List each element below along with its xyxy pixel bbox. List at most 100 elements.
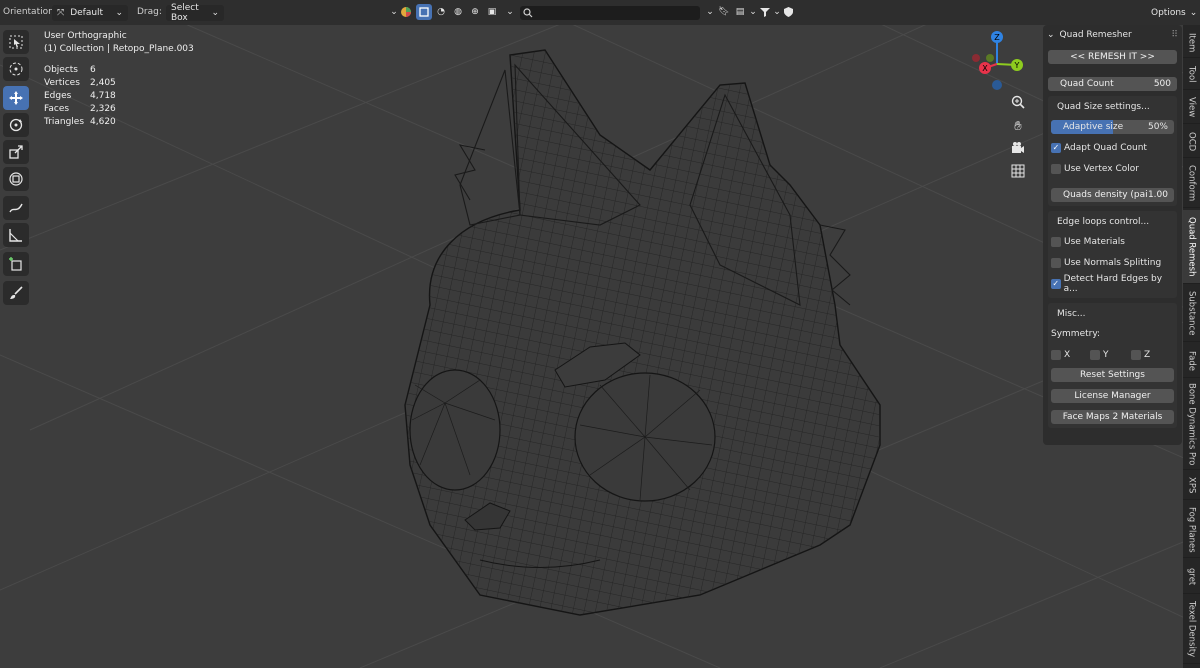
quad-remesher-panel: ⌄ Quad Remesher ⠿ << REMESH IT >> Quad C…: [1043, 25, 1182, 445]
select-box-tool[interactable]: [3, 30, 29, 54]
cursor-tool[interactable]: [3, 57, 29, 81]
edge-loops-header[interactable]: Edge loops control...: [1051, 213, 1174, 231]
zoom-icon[interactable]: [1009, 93, 1027, 111]
viewport-info: User Orthographic (1) Collection | Retop…: [44, 30, 194, 56]
sidebar-tabs: Item Tool View OCD Conform Quad Remesh S…: [1183, 25, 1200, 668]
cursor-icon: [9, 62, 23, 76]
gizmo-x-label: X: [982, 64, 988, 73]
drag-dropdown[interactable]: Select Box ⌄: [166, 3, 224, 23]
view-name: User Orthographic: [44, 31, 127, 41]
annotate-icon: [9, 203, 23, 213]
3d-viewport[interactable]: User Orthographic (1) Collection | Retop…: [0, 25, 1200, 668]
reset-settings-button[interactable]: Reset Settings: [1051, 368, 1174, 382]
checkbox-box: [1131, 349, 1141, 360]
chevron-down-icon: ⌄: [1189, 8, 1198, 18]
orientation-icon: ⤧: [57, 8, 65, 18]
gizmo-z-label: Z: [994, 33, 1000, 42]
add-cube-tool[interactable]: [3, 252, 29, 276]
add-cube-icon: [9, 257, 22, 271]
mesh-wireframe: [404, 49, 881, 616]
scene-statistics: Objects 6 Vertices 2,405 Edges 4,718 Faces 2…: [44, 64, 116, 129]
drag-handle-icon[interactable]: ⠿: [1171, 30, 1178, 40]
tab-texel-density[interactable]: Texel Density: [1183, 596, 1200, 664]
collection-name: (1) Collection | Retopo_Plane.003: [44, 44, 194, 54]
misc-header[interactable]: Misc...: [1051, 305, 1174, 323]
tab-bone-dynamics-pro[interactable]: Bone Dynamics Pro: [1183, 380, 1200, 470]
bookmark-icon[interactable]: 🔖︎: [716, 4, 732, 20]
tab-view[interactable]: View: [1183, 92, 1200, 124]
check-icon: ✓: [1051, 278, 1061, 289]
symmetry-label: Symmetry:: [1051, 328, 1101, 339]
clock-icon[interactable]: ◔: [433, 4, 449, 20]
search-input[interactable]: [520, 6, 700, 20]
transform-tool[interactable]: [3, 167, 29, 191]
checkbox-box: [1051, 257, 1061, 268]
tab-fade[interactable]: Fade: [1183, 344, 1200, 378]
snap-icon[interactable]: ⊕: [467, 4, 483, 20]
detect-hard-edges-checkbox[interactable]: ✓ Detect Hard Edges by a...: [1051, 273, 1174, 294]
scale-icon: [9, 145, 23, 159]
tool-shelf: [3, 30, 29, 308]
rotate-tool[interactable]: [3, 113, 29, 137]
symmetry-x-checkbox[interactable]: X: [1051, 349, 1090, 360]
adaptive-size-slider[interactable]: Adaptive size 50%: [1051, 120, 1174, 134]
drag-label: Drag:: [137, 7, 162, 17]
search-icon: [523, 8, 533, 18]
face-maps-button[interactable]: Face Maps 2 Materials: [1051, 410, 1174, 424]
symmetry-z-checkbox[interactable]: Z: [1131, 349, 1150, 360]
use-vertex-color-checkbox[interactable]: Use Vertex Color: [1051, 158, 1174, 179]
tab-gret[interactable]: gret: [1183, 560, 1200, 594]
tab-substance[interactable]: Substance: [1183, 286, 1200, 342]
select-mode-icon[interactable]: [416, 4, 432, 20]
measure-tool[interactable]: [3, 223, 29, 247]
tab-ocd[interactable]: OCD: [1183, 126, 1200, 158]
viewport-header: Orientation: ⤧ Default ⌄ Drag: Select Bo…: [0, 0, 1200, 25]
transform-icon: [9, 172, 23, 186]
quads-density-field[interactable]: Quads density (pai 1.00: [1051, 188, 1174, 202]
tab-conform[interactable]: Conform: [1183, 160, 1200, 208]
remesh-button[interactable]: << REMESH IT >>: [1048, 50, 1177, 64]
stat-row: Objects 6: [44, 65, 96, 75]
quad-size-header[interactable]: Quad Size settings...: [1051, 98, 1174, 116]
orientation-dropdown[interactable]: ⤧ Default ⌄: [52, 5, 128, 21]
quad-count-field[interactable]: Quad Count 500: [1048, 77, 1177, 91]
adapt-quad-count-checkbox[interactable]: ✓ Adapt Quad Count: [1051, 137, 1174, 158]
use-materials-checkbox[interactable]: Use Materials: [1051, 231, 1174, 252]
shield-icon[interactable]: [780, 4, 796, 20]
misc-section: Misc... Symmetry: X Y Z Reset Settings L…: [1048, 303, 1177, 428]
tab-xps[interactable]: XPS: [1183, 472, 1200, 500]
gizmo-y-label: Y: [1014, 61, 1020, 70]
chevron-down-icon: ⌄: [1047, 30, 1055, 40]
chevron-down-icon[interactable]: ⌄: [502, 4, 518, 20]
navigation-gizmo[interactable]: Z X Y: [962, 28, 1032, 100]
shading-sphere-icon[interactable]: [398, 4, 414, 20]
paint-tool[interactable]: [3, 281, 29, 305]
move-tool[interactable]: [3, 86, 29, 110]
scale-tool[interactable]: [3, 140, 29, 164]
symmetry-row: X Y Z: [1051, 344, 1174, 365]
use-normals-splitting-checkbox[interactable]: Use Normals Splitting: [1051, 252, 1174, 273]
tab-tool[interactable]: Tool: [1183, 60, 1200, 90]
globe-icon[interactable]: ◍: [450, 4, 466, 20]
tab-quad-remesh[interactable]: Quad Remesh: [1183, 210, 1200, 284]
stat-row: Vertices 2,405: [44, 78, 116, 88]
pan-hand-icon[interactable]: ✋︎: [1009, 117, 1027, 135]
stat-row: Edges 4,718: [44, 91, 116, 101]
annotate-tool[interactable]: [3, 196, 29, 220]
checkbox-box: [1051, 349, 1061, 360]
eye-left: [409, 369, 501, 491]
image-icon[interactable]: ▣: [484, 4, 500, 20]
checkbox-box: [1051, 163, 1061, 174]
tab-item[interactable]: Item: [1183, 28, 1200, 58]
tab-fog-planes[interactable]: Fog Planes: [1183, 502, 1200, 558]
grid-icon[interactable]: [1009, 162, 1027, 180]
camera-icon[interactable]: [1009, 139, 1027, 157]
stat-row: Faces 2,326: [44, 104, 116, 114]
panel-header[interactable]: ⌄ Quad Remesher ⠿: [1043, 25, 1182, 43]
license-manager-button[interactable]: License Manager: [1051, 389, 1174, 403]
orientation-label: Orientation:: [3, 7, 57, 17]
symmetry-y-checkbox[interactable]: Y: [1090, 349, 1131, 360]
edge-loops-section: Edge loops control... Use Materials Use …: [1048, 211, 1177, 298]
options-dropdown[interactable]: Options ⌄: [1146, 5, 1198, 21]
chevron-down-icon: ⌄: [115, 8, 123, 18]
